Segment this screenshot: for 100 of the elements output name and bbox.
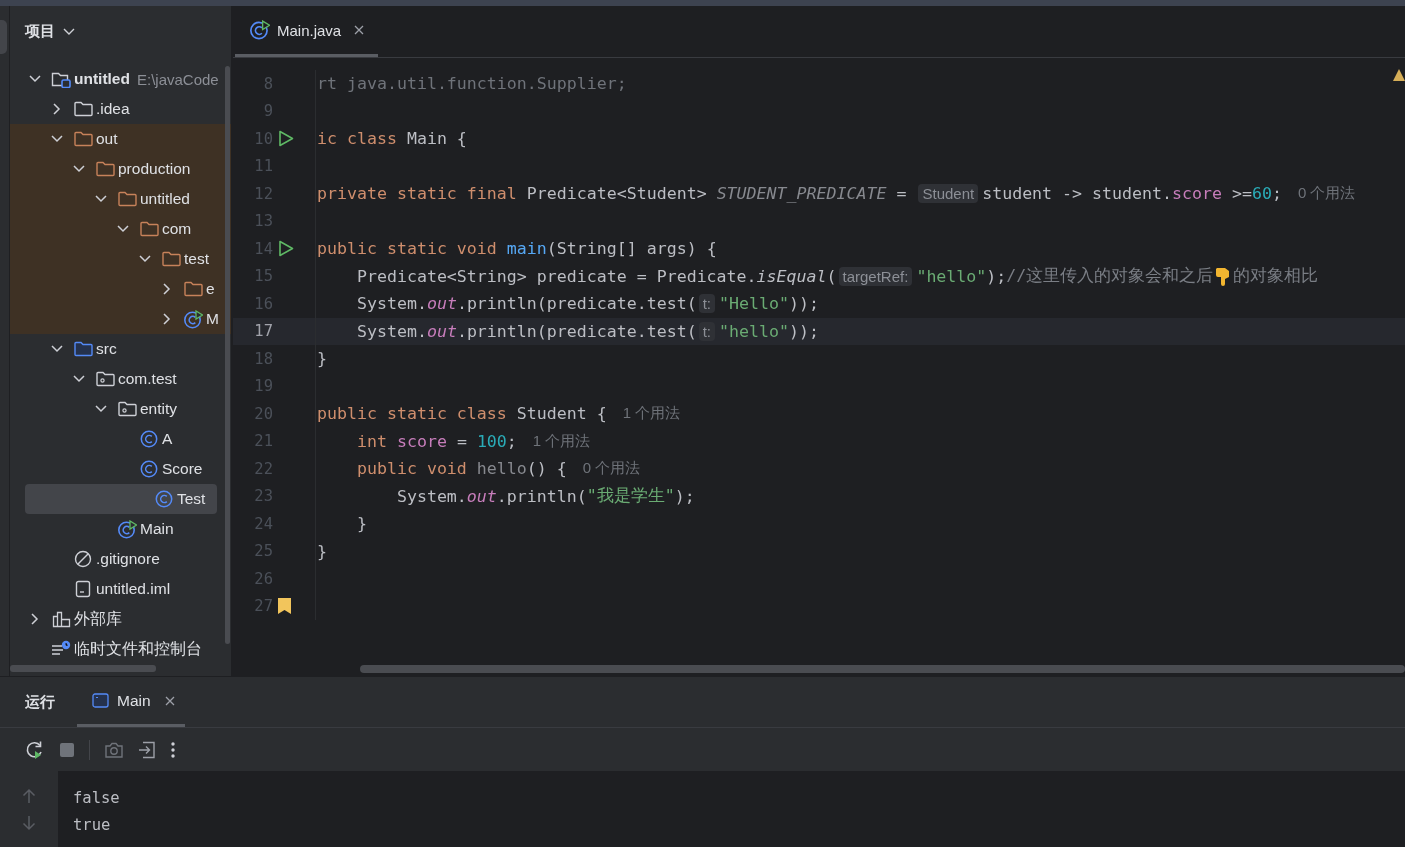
class-icon <box>155 490 173 508</box>
close-icon[interactable] <box>354 25 365 35</box>
tree-item[interactable]: Test <box>25 484 217 514</box>
code-text: out <box>426 321 457 341</box>
tree-item[interactable]: entity <box>10 394 231 424</box>
runnable-class-icon <box>183 309 203 329</box>
code-text: Main { <box>406 129 467 149</box>
tree-item[interactable]: 临时文件和控制台 <box>10 634 231 664</box>
chevron-down-icon[interactable] <box>51 345 63 353</box>
code-text: ic class <box>317 129 398 149</box>
tree-item[interactable]: untitled.iml <box>10 574 231 604</box>
code-text: 100 <box>476 431 507 451</box>
runnable-class-icon <box>250 20 270 40</box>
tree-item-label: com.test <box>118 370 177 388</box>
chevron-down-icon[interactable] <box>117 225 129 233</box>
line-number: 17 <box>253 322 273 341</box>
tree-item[interactable]: production <box>10 154 231 184</box>
editor-tab[interactable]: Main.java <box>235 6 379 57</box>
tree-item[interactable]: A <box>10 424 231 454</box>
code-text: score <box>1172 184 1222 204</box>
chevron-right-icon[interactable] <box>163 313 171 325</box>
console-output: true <box>73 815 112 836</box>
code-text: ); <box>674 486 695 506</box>
tree-item-label: src <box>96 340 117 358</box>
exit-icon[interactable] <box>138 740 156 759</box>
tree-item[interactable]: .idea <box>10 94 231 124</box>
folder-icon <box>73 131 93 147</box>
chevron-right-icon[interactable] <box>31 613 39 625</box>
tree-item[interactable]: .gitignore <box>10 544 231 574</box>
code-text: "hello" <box>719 321 789 341</box>
chevron-down-icon[interactable] <box>73 375 85 383</box>
warning-icon[interactable] <box>1393 68 1405 82</box>
code-text: Predicate<Student> <box>526 184 708 204</box>
runnable-class-icon <box>117 519 137 539</box>
tree-item[interactable]: M <box>10 304 231 334</box>
folder-icon <box>73 101 93 117</box>
chevron-down-icon[interactable] <box>95 195 107 203</box>
library-icon <box>51 610 71 628</box>
scrollbar[interactable] <box>10 665 156 672</box>
tree-item[interactable]: test <box>10 244 231 274</box>
code-text: >= <box>1230 184 1252 204</box>
code-text: ); <box>986 266 1007 286</box>
tree-item-label: Main <box>140 520 174 538</box>
tree-item-label: untitled <box>74 70 130 88</box>
class-icon <box>140 460 158 478</box>
camera-icon[interactable] <box>104 740 124 759</box>
tree-item-label: A <box>162 430 173 448</box>
stop-icon[interactable] <box>59 741 75 758</box>
tree-item[interactable]: com.test <box>10 364 231 394</box>
parameter-hint: targetRef: <box>838 266 913 286</box>
tree-item[interactable]: com <box>10 214 231 244</box>
code-text: main <box>506 239 547 259</box>
scrollbar[interactable] <box>225 66 230 644</box>
folder-icon <box>161 251 181 267</box>
more-icon[interactable] <box>170 740 176 759</box>
panel-title[interactable]: 项目 <box>25 22 55 41</box>
chevron-down-icon[interactable] <box>139 255 151 263</box>
tree-item-label: com <box>162 220 192 238</box>
tree-item[interactable]: Main <box>10 514 231 544</box>
tree-item-label: Test <box>177 490 206 508</box>
code-text: public void <box>355 459 468 479</box>
chevron-down-icon[interactable] <box>73 165 85 173</box>
ignored-file-icon <box>74 550 92 568</box>
run-icon[interactable] <box>278 130 294 148</box>
project-path: E:\javaCode <box>136 70 219 88</box>
bookmark-icon[interactable] <box>278 598 291 615</box>
rerun-icon[interactable] <box>25 739 45 760</box>
chevron-down-icon[interactable] <box>63 27 75 36</box>
code-text: )); <box>788 321 819 341</box>
run-tab[interactable]: Main <box>77 677 185 727</box>
usage-hint: 1 个用法 <box>622 404 681 424</box>
code-text: rt java.util.function.Supplier; <box>317 74 627 94</box>
package-icon <box>95 371 115 387</box>
chevron-right-icon[interactable] <box>53 103 61 115</box>
tree-item-label: out <box>96 130 118 148</box>
tree-item-label: production <box>118 160 191 178</box>
code-text: int <box>355 431 388 451</box>
chevron-down-icon[interactable] <box>51 135 63 143</box>
code-text: } <box>317 349 327 369</box>
tree-item[interactable]: 外部库 <box>10 604 231 634</box>
code-text: = <box>455 431 468 451</box>
run-icon[interactable] <box>278 240 294 258</box>
package-icon <box>117 401 137 417</box>
tree-item[interactable]: src <box>10 334 231 364</box>
chevron-down-icon[interactable] <box>95 405 107 413</box>
chevron-right-icon[interactable] <box>163 283 171 295</box>
tree-item-label: .gitignore <box>96 550 160 568</box>
scrollbar[interactable] <box>360 665 1405 673</box>
tree-item[interactable]: untitled E:\javaCode <box>10 64 231 94</box>
file-icon <box>75 580 91 598</box>
close-icon[interactable] <box>164 695 175 706</box>
tree-item[interactable]: Score <box>10 454 231 484</box>
chevron-down-icon[interactable] <box>29 75 41 83</box>
tree-item[interactable]: e <box>10 274 231 304</box>
code-text: 60 <box>1251 184 1272 204</box>
tree-item[interactable]: untitled <box>10 184 231 214</box>
tree-item[interactable]: out <box>10 124 231 154</box>
folder-icon <box>117 191 137 207</box>
code-text: student -> student. <box>982 184 1172 204</box>
code-text: } <box>355 514 367 534</box>
